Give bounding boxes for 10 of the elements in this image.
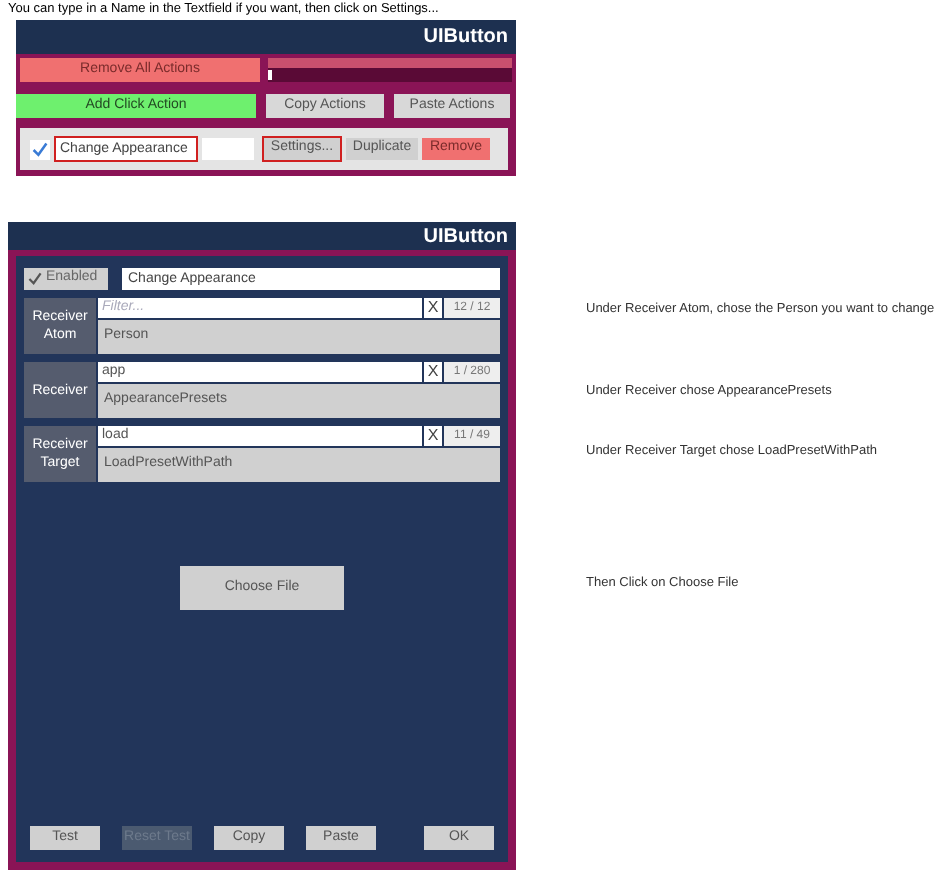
clear-button[interactable]: X [424,362,442,382]
input-field[interactable] [202,138,254,160]
panel-title: UIButton [423,24,508,52]
slider[interactable] [268,58,512,82]
panel-title: UIButton [423,223,508,251]
clear-button[interactable]: X [424,426,442,446]
slider-handle[interactable] [268,70,272,80]
clear-button[interactable]: X [424,298,442,318]
check-icon[interactable] [32,141,48,157]
check-icon [28,272,42,286]
